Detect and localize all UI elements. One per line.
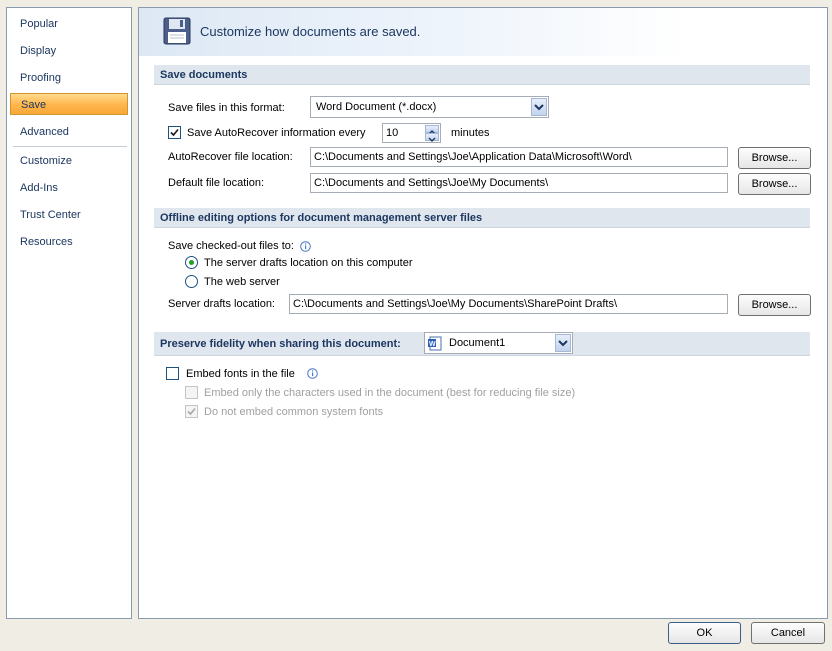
checkmark-icon xyxy=(187,407,196,416)
web-server-option-label: The web server xyxy=(204,276,280,288)
autorecover-label: Save AutoRecover information every xyxy=(187,127,366,139)
options-content-panel: Customize how documents are saved. Save … xyxy=(138,7,828,619)
sidebar-item-label: Advanced xyxy=(20,126,69,138)
word-document-icon: W xyxy=(428,336,442,351)
radio-selected-dot xyxy=(189,260,194,265)
autorecover-checkbox[interactable] xyxy=(168,126,181,139)
sidebar-item-popular[interactable]: Popular xyxy=(10,13,128,35)
section-save-documents: Save documents xyxy=(154,65,810,85)
minutes-label: minutes xyxy=(451,127,490,139)
default-location-label: Default file location: xyxy=(168,177,264,189)
svg-text:W: W xyxy=(429,341,436,348)
sidebar-item-label: Display xyxy=(20,45,57,57)
server-drafts-option-label: The server drafts location on this compu… xyxy=(204,257,413,269)
embed-fonts-label: Embed fonts in the file xyxy=(186,368,295,380)
fidelity-document-dropdown[interactable]: W Document1 xyxy=(424,332,573,354)
save-format-value: Word Document (*.docx) xyxy=(316,101,437,113)
sidebar-item-customize[interactable]: Customize xyxy=(10,150,128,172)
radio-server-drafts[interactable] xyxy=(185,256,198,269)
save-checked-out-label: Save checked-out files to: xyxy=(168,240,294,252)
save-format-dropdown[interactable]: Word Document (*.docx) xyxy=(310,96,549,118)
sidebar-item-label: Proofing xyxy=(20,72,61,84)
sidebar-item-label: Add-Ins xyxy=(20,182,58,194)
radio-web-server[interactable] xyxy=(185,275,198,288)
fidelity-document-value: Document1 xyxy=(449,337,506,349)
sidebar-item-label: Customize xyxy=(20,155,72,167)
embed-characters-label: Embed only the characters used in the do… xyxy=(204,387,576,399)
sidebar-item-label: Trust Center xyxy=(20,209,81,221)
info-icon xyxy=(307,368,318,379)
sidebar-item-add-ins[interactable]: Add-Ins xyxy=(10,177,128,199)
sidebar-item-save[interactable]: Save xyxy=(10,93,128,115)
chevron-down-icon[interactable] xyxy=(531,98,547,116)
cancel-button[interactable]: Cancel xyxy=(751,622,825,644)
chevron-down-icon[interactable] xyxy=(555,334,571,352)
server-drafts-location-label: Server drafts location: xyxy=(168,298,275,310)
autorecover-location-label: AutoRecover file location: xyxy=(168,151,293,163)
sidebar-item-label: Resources xyxy=(20,236,73,248)
checkmark-icon xyxy=(170,128,179,137)
autorecover-location-field[interactable]: C:\Documents and Settings\Joe\Applicatio… xyxy=(310,147,728,167)
sidebar-item-proofing[interactable]: Proofing xyxy=(10,67,128,89)
browse-server-drafts-button[interactable]: Browse... xyxy=(738,294,811,316)
embed-fonts-checkbox[interactable] xyxy=(166,367,179,380)
ok-button[interactable]: OK xyxy=(668,622,741,644)
no-common-fonts-checkbox[interactable] xyxy=(185,405,198,418)
spin-up-button[interactable] xyxy=(425,125,439,135)
spin-down-button[interactable] xyxy=(425,133,439,142)
browse-default-button[interactable]: Browse... xyxy=(738,173,811,195)
sidebar-item-trust-center[interactable]: Trust Center xyxy=(10,204,128,226)
sidebar-item-label: Save xyxy=(21,99,47,111)
info-icon xyxy=(300,241,311,252)
autorecover-minutes-stepper[interactable]: 10 xyxy=(382,123,441,143)
autorecover-minutes-value: 10 xyxy=(386,127,399,139)
server-drafts-location-field[interactable]: C:\Documents and Settings\Joe\My Documen… xyxy=(289,294,728,314)
floppy-disk-icon xyxy=(163,17,191,45)
embed-characters-checkbox[interactable] xyxy=(185,386,198,399)
sidebar-divider xyxy=(13,146,127,147)
sidebar-item-display[interactable]: Display xyxy=(10,40,128,62)
page-title: Customize how documents are saved. xyxy=(200,24,421,39)
preserve-fidelity-label: Preserve fidelity when sharing this docu… xyxy=(160,338,401,350)
section-offline-editing: Offline editing options for document man… xyxy=(154,208,810,228)
sidebar-item-label: Popular xyxy=(20,18,58,30)
format-label: Save files in this format: xyxy=(168,102,285,114)
page-header: Customize how documents are saved. xyxy=(139,8,827,56)
sidebar-item-advanced[interactable]: Advanced xyxy=(10,121,128,143)
no-common-fonts-label: Do not embed common system fonts xyxy=(204,406,384,418)
default-location-field[interactable]: C:\Documents and Settings\Joe\My Documen… xyxy=(310,173,728,193)
browse-autorecover-button[interactable]: Browse... xyxy=(738,147,811,169)
options-sidebar: Popular Display Proofing Save Advanced C… xyxy=(6,7,132,619)
sidebar-item-resources[interactable]: Resources xyxy=(10,231,128,253)
